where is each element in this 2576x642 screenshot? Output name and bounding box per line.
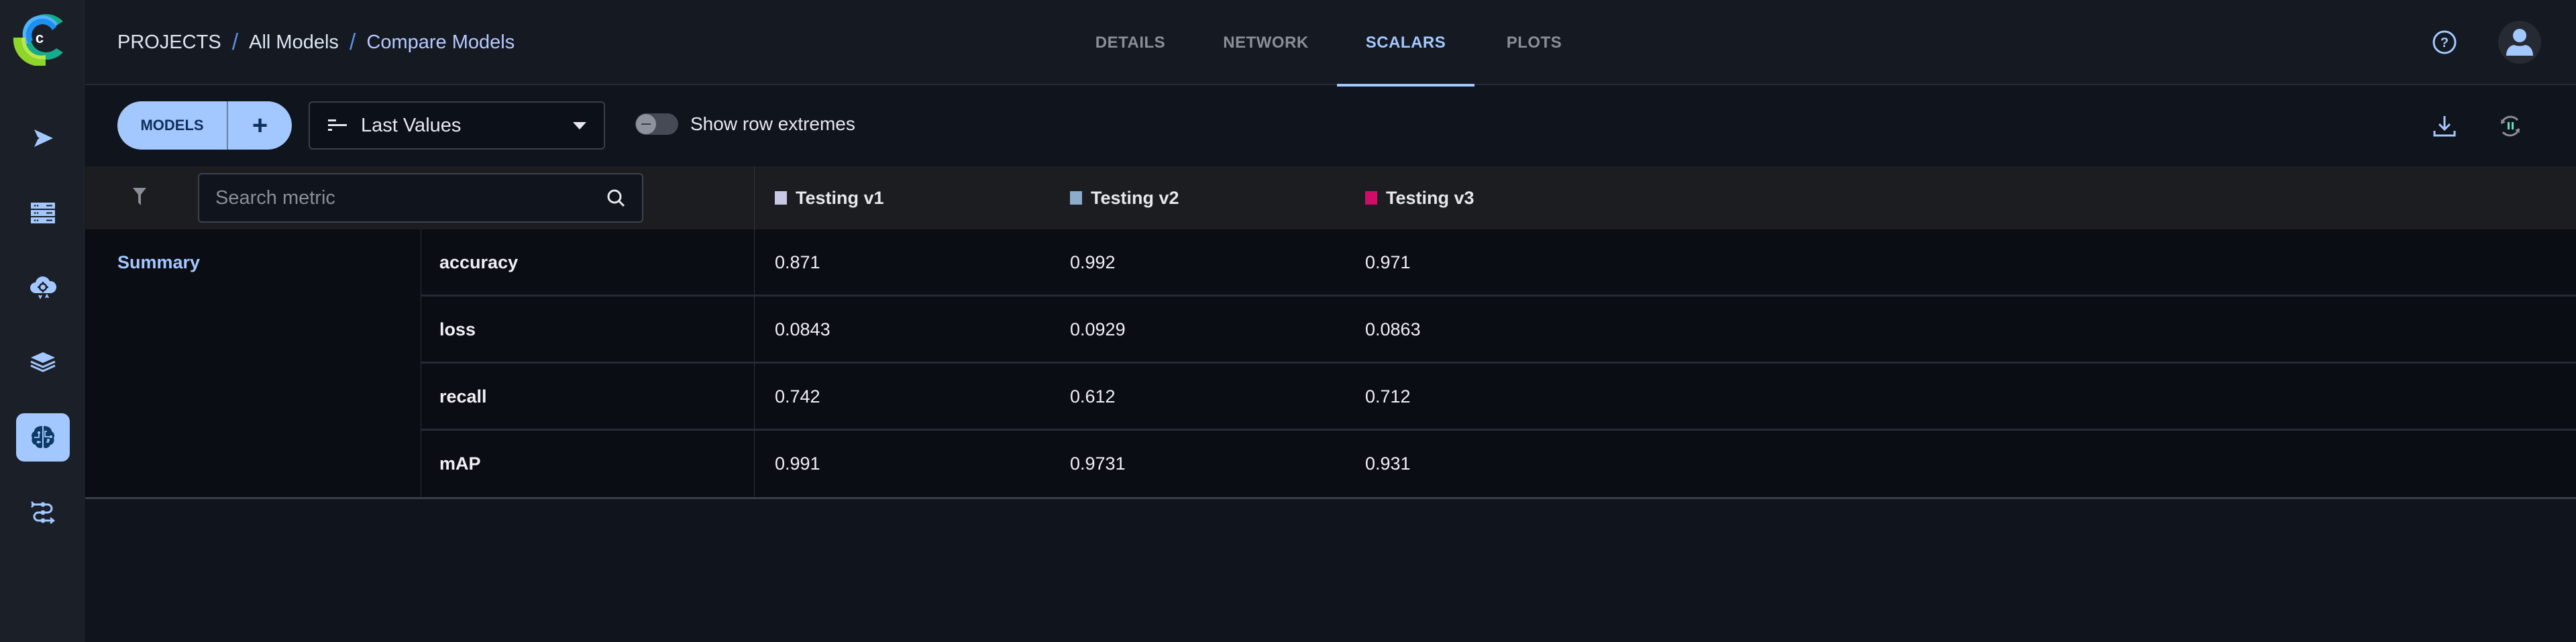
sidebar-item-pipelines[interactable] xyxy=(16,114,70,162)
compare-toolbar: MODELS + Last Values Show row extremes xyxy=(85,87,2576,166)
table-row: recall 0.742 0.612 0.712 xyxy=(421,364,2576,431)
svg-text:?: ? xyxy=(2440,36,2449,50)
model-name: Testing v2 xyxy=(1091,187,1179,208)
metric-value: 0.0843 xyxy=(775,319,830,339)
tab-network[interactable]: NETWORK xyxy=(1219,0,1313,85)
search-metric-field xyxy=(198,173,643,223)
sidebar: c xyxy=(0,0,85,642)
tab-scalars[interactable]: SCALARS xyxy=(1337,0,1474,87)
sidebar-item-workflows[interactable] xyxy=(16,488,70,537)
model-column-header[interactable]: Testing v3 xyxy=(1365,166,1474,229)
route-flow-icon xyxy=(31,501,56,524)
metric-value: 0.9731 xyxy=(1070,453,1126,474)
table-row: accuracy 0.871 0.992 0.971 xyxy=(421,229,2576,297)
model-color-swatch xyxy=(1365,191,1377,205)
refresh-paused-icon[interactable] xyxy=(2498,113,2523,139)
clearml-logo[interactable]: c xyxy=(11,8,68,66)
row-extremes-label: Show row extremes xyxy=(690,113,855,134)
metric-value: 0.612 xyxy=(1070,386,1116,407)
model-column-header[interactable]: Testing v1 xyxy=(775,166,884,229)
metric-value: 0.871 xyxy=(775,252,820,272)
tab-details[interactable]: DETAILS xyxy=(1090,0,1171,85)
value-mode-selected: Last Values xyxy=(361,114,462,136)
metric-value: 0.0929 xyxy=(1070,319,1126,339)
metric-value: 0.712 xyxy=(1365,386,1411,407)
sort-lines-icon xyxy=(328,119,347,131)
brain-circuit-icon xyxy=(32,426,54,448)
model-color-swatch xyxy=(1070,191,1082,205)
metric-name: mAP xyxy=(439,453,481,474)
column-divider xyxy=(754,166,755,229)
sidebar-item-projects[interactable] xyxy=(16,338,70,386)
row-extremes-toggle-group: Show row extremes xyxy=(635,113,855,135)
add-model-button[interactable]: + xyxy=(228,101,292,150)
table-row: loss 0.0843 0.0929 0.0863 xyxy=(421,297,2576,364)
metric-name: recall xyxy=(439,386,487,407)
layers-icon xyxy=(30,352,56,372)
search-icon[interactable] xyxy=(606,188,626,208)
toggle-knob xyxy=(636,114,656,134)
cloud-gear-icon xyxy=(30,276,57,300)
value-mode-select[interactable]: Last Values xyxy=(309,101,605,150)
metric-value: 0.971 xyxy=(1365,252,1411,272)
metric-group-summary[interactable]: Summary xyxy=(117,252,200,273)
row-extremes-toggle[interactable] xyxy=(635,113,678,135)
model-name: Testing v3 xyxy=(1386,187,1474,208)
sidebar-item-orchestration[interactable] xyxy=(16,263,70,311)
column-divider xyxy=(754,229,755,498)
sidebar-item-datasets[interactable] xyxy=(16,189,70,237)
metric-value: 0.991 xyxy=(775,453,820,474)
filter-icon[interactable] xyxy=(132,186,147,210)
scalar-table-body: Summary accuracy 0.871 0.992 0.971 loss … xyxy=(85,229,2576,499)
metric-value: 0.742 xyxy=(775,386,820,407)
metric-value: 0.0863 xyxy=(1365,319,1421,339)
model-name: Testing v1 xyxy=(796,187,884,208)
metric-name: loss xyxy=(439,319,476,339)
tab-bar: DETAILS NETWORK SCALARS PLOTS xyxy=(85,0,2576,87)
svg-text:c: c xyxy=(36,30,44,46)
models-button-group: MODELS + xyxy=(117,101,292,150)
user-avatar-icon[interactable] xyxy=(2498,21,2541,64)
download-icon[interactable] xyxy=(2432,113,2457,139)
top-header: PROJECTS / All Models / Compare Models D… xyxy=(85,0,2576,87)
search-metric-input[interactable] xyxy=(215,186,606,209)
help-circle-icon[interactable]: ? xyxy=(2432,30,2457,55)
server-stack-icon xyxy=(31,203,55,223)
metric-value: 0.992 xyxy=(1070,252,1116,272)
scalar-table-header: Testing v1 Testing v2 Testing v3 xyxy=(85,166,2576,229)
metric-name: accuracy xyxy=(439,252,519,272)
model-column-header[interactable]: Testing v2 xyxy=(1070,166,1179,229)
chevron-down-icon xyxy=(573,121,586,129)
metric-value: 0.931 xyxy=(1365,453,1411,474)
model-color-swatch xyxy=(775,191,787,205)
play-forward-icon xyxy=(32,129,53,147)
tab-plots[interactable]: PLOTS xyxy=(1501,0,1568,85)
sidebar-item-models[interactable] xyxy=(16,413,70,462)
table-row: mAP 0.991 0.9731 0.931 xyxy=(421,431,2576,498)
models-button[interactable]: MODELS xyxy=(117,101,228,150)
